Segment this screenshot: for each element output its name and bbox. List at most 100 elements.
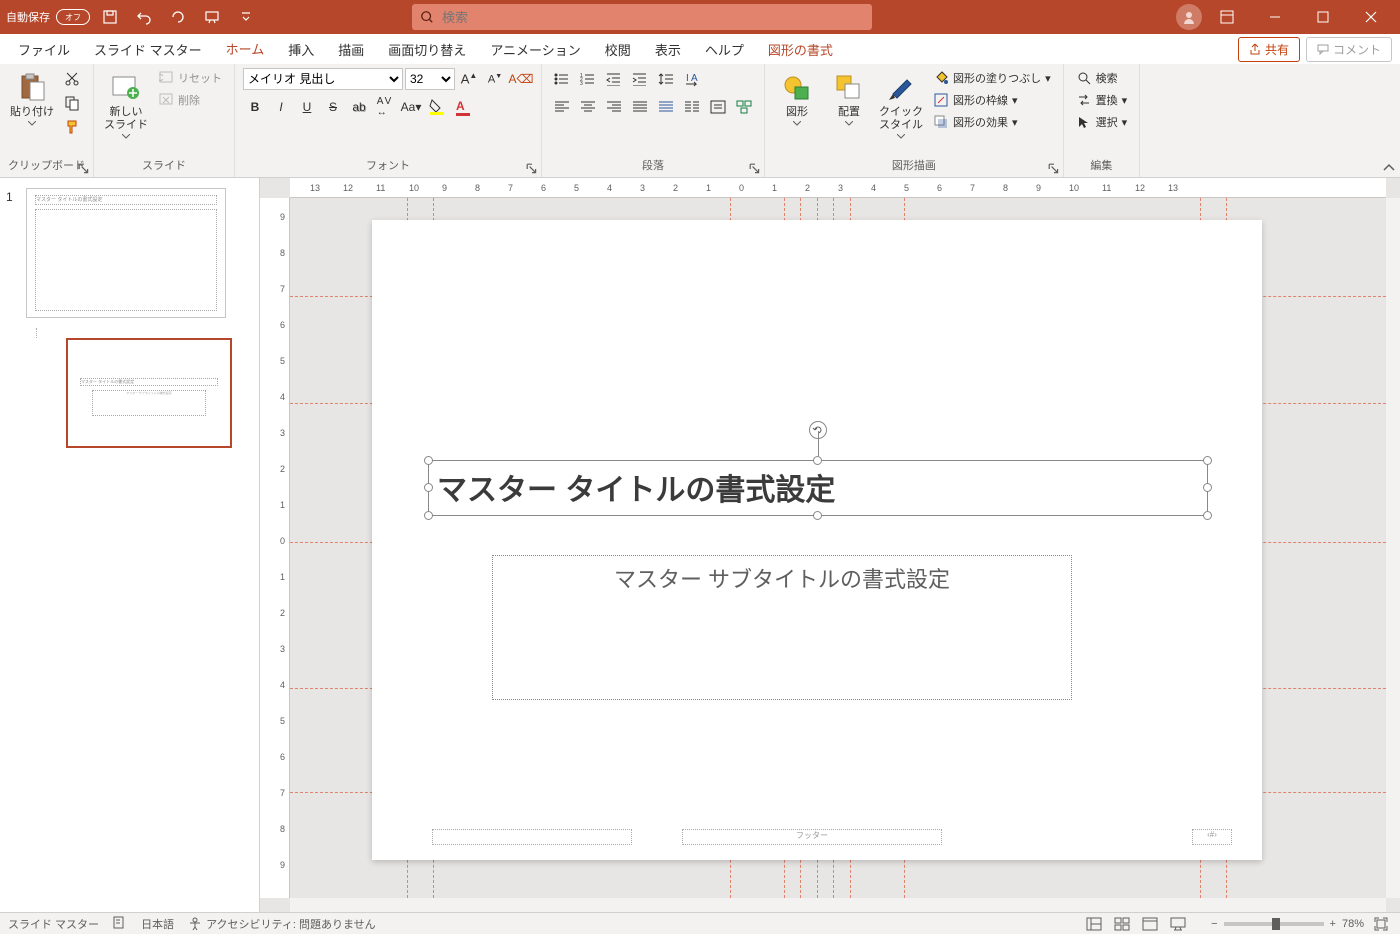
change-case-icon[interactable]: Aa▾ xyxy=(399,96,423,118)
share-button[interactable]: 共有 xyxy=(1238,37,1300,62)
user-avatar[interactable] xyxy=(1176,4,1202,30)
shape-fill-button[interactable]: 図形の塗りつぶし ▾ xyxy=(929,68,1055,88)
tab-shape-format[interactable]: 図形の書式 xyxy=(758,34,843,65)
minimize-icon[interactable] xyxy=(1252,0,1298,34)
resize-handle[interactable] xyxy=(813,456,822,465)
text-direction-icon[interactable]: IA xyxy=(680,68,704,90)
tab-draw[interactable]: 描画 xyxy=(328,34,374,65)
zoom-thumb[interactable] xyxy=(1272,918,1280,930)
replace-button[interactable]: 置換 ▾ xyxy=(1072,90,1132,110)
resize-handle[interactable] xyxy=(1203,456,1212,465)
quick-styles-button[interactable]: クイック スタイル xyxy=(877,68,925,143)
resize-handle[interactable] xyxy=(1203,483,1212,492)
line-spacing-icon[interactable] xyxy=(654,68,678,90)
zoom-level[interactable]: 78% xyxy=(1342,918,1364,930)
tab-review[interactable]: 校閲 xyxy=(595,34,641,65)
zoom-out-icon[interactable]: − xyxy=(1211,918,1217,930)
numbering-icon[interactable]: 123 xyxy=(576,68,600,90)
accessibility-button[interactable]: アクセシビリティ: 問題ありません xyxy=(188,916,376,932)
title-placeholder[interactable]: マスター タイトルの書式設定 xyxy=(428,460,1208,516)
undo-icon[interactable] xyxy=(130,3,158,31)
highlight-icon[interactable] xyxy=(425,96,449,118)
distribute-icon[interactable] xyxy=(654,96,678,118)
align-text-icon[interactable] xyxy=(706,96,730,118)
close-icon[interactable] xyxy=(1348,0,1394,34)
tab-animations[interactable]: アニメーション xyxy=(480,34,590,65)
language-label[interactable]: 日本語 xyxy=(141,916,174,932)
cut-icon[interactable] xyxy=(60,68,84,90)
shadow-icon[interactable]: ab xyxy=(347,96,371,118)
tab-transitions[interactable]: 画面切り替え xyxy=(378,34,476,65)
tab-view[interactable]: 表示 xyxy=(645,34,691,65)
strikethrough-icon[interactable]: S xyxy=(321,96,345,118)
horizontal-scrollbar[interactable] xyxy=(290,898,1386,912)
zoom-in-icon[interactable]: + xyxy=(1330,918,1336,930)
pagenum-placeholder[interactable]: ‹#› xyxy=(1192,829,1232,845)
char-spacing-icon[interactable]: AV↔ xyxy=(373,96,397,118)
dialog-launcher-icon[interactable] xyxy=(526,163,538,175)
shapes-button[interactable]: 図形 xyxy=(773,68,821,130)
paste-button[interactable]: 貼り付け xyxy=(8,68,56,130)
search-input[interactable] xyxy=(442,10,864,25)
align-center-icon[interactable] xyxy=(576,96,600,118)
sorter-view-icon[interactable] xyxy=(1111,915,1133,933)
vertical-scrollbar[interactable] xyxy=(1386,198,1400,898)
footer-placeholder[interactable]: フッター xyxy=(682,829,942,845)
subtitle-placeholder[interactable]: マスター サブタイトルの書式設定 xyxy=(492,555,1072,700)
tab-help[interactable]: ヘルプ xyxy=(695,34,754,65)
horizontal-ruler[interactable]: 13121110987654321012345678910111213 xyxy=(290,178,1386,198)
shape-effects-button[interactable]: 図形の効果 ▾ xyxy=(929,112,1055,132)
layout-thumbnail[interactable]: マスター タイトルの書式設定 マスター サブタイトルの書式設定 xyxy=(66,338,232,448)
zoom-slider[interactable] xyxy=(1224,922,1324,926)
bold-icon[interactable]: B xyxy=(243,96,267,118)
columns-icon[interactable] xyxy=(680,96,704,118)
clear-format-icon[interactable]: A⌫ xyxy=(509,68,533,90)
font-name-select[interactable]: メイリオ 見出し xyxy=(243,68,403,90)
arrange-button[interactable]: 配置 xyxy=(825,68,873,130)
ribbon-display-icon[interactable] xyxy=(1204,0,1250,34)
shape-outline-button[interactable]: 図形の枠線 ▾ xyxy=(929,90,1055,110)
resize-handle[interactable] xyxy=(424,456,433,465)
tab-insert[interactable]: 挿入 xyxy=(278,34,324,65)
font-size-select[interactable]: 32 xyxy=(405,68,455,90)
resize-handle[interactable] xyxy=(1203,511,1212,520)
date-placeholder[interactable] xyxy=(432,829,632,845)
resize-handle[interactable] xyxy=(813,511,822,520)
italic-icon[interactable]: I xyxy=(269,96,293,118)
reading-view-icon[interactable] xyxy=(1139,915,1161,933)
bullets-icon[interactable] xyxy=(550,68,574,90)
tab-file[interactable]: ファイル xyxy=(8,34,80,65)
increase-indent-icon[interactable] xyxy=(628,68,652,90)
normal-view-icon[interactable] xyxy=(1083,915,1105,933)
dialog-launcher-icon[interactable] xyxy=(1048,163,1060,175)
save-icon[interactable] xyxy=(96,3,124,31)
spellcheck-icon[interactable] xyxy=(113,915,127,932)
qat-dropdown-icon[interactable] xyxy=(232,3,260,31)
fit-window-icon[interactable] xyxy=(1370,915,1392,933)
font-color-icon[interactable]: A xyxy=(451,96,475,118)
autosave-toggle[interactable]: オフ xyxy=(56,9,90,25)
dialog-launcher-icon[interactable] xyxy=(78,163,90,175)
presentation-icon[interactable] xyxy=(198,3,226,31)
find-button[interactable]: 検索 xyxy=(1072,68,1132,88)
resize-handle[interactable] xyxy=(424,511,433,520)
tab-slide-master[interactable]: スライド マスター xyxy=(84,34,212,65)
align-left-icon[interactable] xyxy=(550,96,574,118)
resize-handle[interactable] xyxy=(424,483,433,492)
title-text[interactable]: マスター タイトルの書式設定 xyxy=(429,461,1207,513)
master-thumbnail[interactable]: マスター タイトルの書式設定 xyxy=(26,188,226,318)
underline-icon[interactable]: U xyxy=(295,96,319,118)
slide-canvas[interactable]: マスター タイトルの書式設定 マスター サブタイトルの書式設定 フッター ‹#› xyxy=(372,220,1262,860)
decrease-indent-icon[interactable] xyxy=(602,68,626,90)
tab-home[interactable]: ホーム xyxy=(216,33,275,66)
maximize-icon[interactable] xyxy=(1300,0,1346,34)
view-mode-label[interactable]: スライド マスター xyxy=(8,916,99,932)
select-button[interactable]: 選択 ▾ xyxy=(1072,112,1132,132)
vertical-ruler[interactable]: 9876543210123456789 xyxy=(260,198,290,898)
comments-button[interactable]: コメント xyxy=(1306,37,1392,62)
dialog-launcher-icon[interactable] xyxy=(749,163,761,175)
slideshow-icon[interactable] xyxy=(1167,915,1189,933)
align-right-icon[interactable] xyxy=(602,96,626,118)
collapse-ribbon-icon[interactable] xyxy=(1382,161,1396,175)
increase-font-icon[interactable]: A▲ xyxy=(457,68,481,90)
